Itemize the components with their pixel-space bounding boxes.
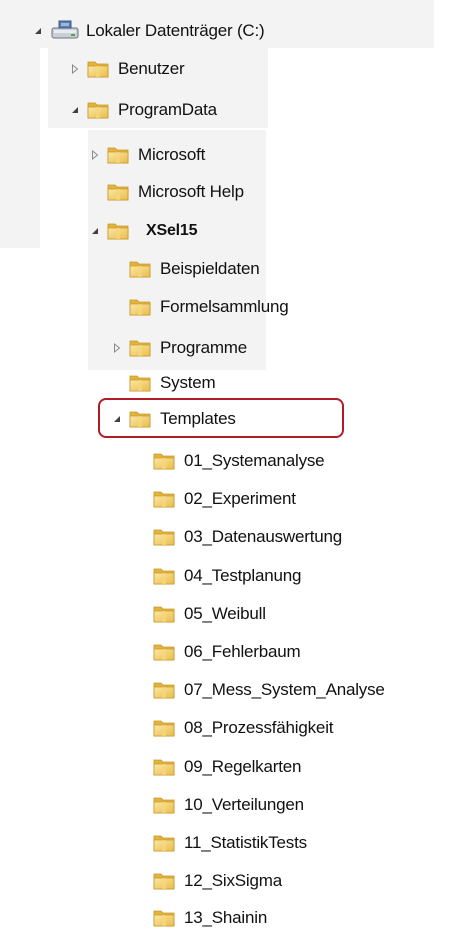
folder-icon (153, 489, 175, 509)
tree-item-label: ProgramData (118, 100, 217, 119)
folder-icon (129, 259, 151, 279)
folder-icon (129, 373, 151, 393)
tree-item-label: Benutzer (118, 59, 185, 78)
tree-item-template-folder[interactable]: 12_SixSigma (153, 866, 282, 896)
collapse-arrow-icon[interactable] (31, 24, 45, 38)
folder-icon (153, 833, 175, 853)
tree-item-templates[interactable]: Templates (110, 404, 236, 434)
tree-item-xsel15[interactable]: XSel15 (88, 216, 197, 246)
tree-item-beispieldaten[interactable]: Beispieldaten (129, 254, 260, 284)
folder-icon (153, 871, 175, 891)
folder-icon (153, 718, 175, 738)
tree-item-label: 02_Experiment (184, 489, 296, 508)
collapse-arrow-icon[interactable] (68, 103, 82, 117)
tree-item-label: 08_Prozessfähigkeit (184, 718, 334, 737)
folder-icon (153, 908, 175, 928)
tree-item-label: 09_Regelkarten (184, 757, 302, 776)
folder-icon (87, 100, 109, 120)
drive-icon (50, 20, 80, 42)
tree-item-template-folder[interactable]: 05_Weibull (153, 599, 266, 629)
collapse-arrow-icon[interactable] (88, 224, 102, 238)
folder-icon (129, 297, 151, 317)
tree-item-programdata[interactable]: ProgramData (68, 95, 217, 125)
tree-item-template-folder[interactable]: 11_StatistikTests (153, 828, 307, 858)
tree-item-label: System (160, 373, 216, 392)
folder-icon (153, 642, 175, 662)
tree-item-formelsammlung[interactable]: Formelsammlung (129, 292, 289, 322)
tree-item-microsoft-help[interactable]: Microsoft Help (107, 177, 244, 207)
tree-item-programme[interactable]: Programme (110, 333, 247, 363)
tree-item-label: 05_Weibull (184, 604, 266, 623)
tree-item-label: 04_Testplanung (184, 566, 302, 585)
folder-icon (129, 338, 151, 358)
tree-item-label: Lokaler Datenträger (C:) (86, 21, 265, 40)
tree-item-microsoft[interactable]: Microsoft (88, 140, 205, 170)
tree-item-template-folder[interactable]: 02_Experiment (153, 484, 296, 514)
folder-icon (153, 680, 175, 700)
tree-item-label: Beispieldaten (160, 259, 260, 278)
tree-item-label: Programme (160, 338, 248, 357)
tree-item-template-folder[interactable]: 08_Prozessfähigkeit (153, 713, 333, 743)
folder-icon (87, 59, 109, 79)
tree-item-label: 03_Datenauswertung (184, 527, 343, 546)
collapse-arrow-icon[interactable] (110, 412, 124, 426)
tree-item-label: XSel15 (146, 222, 198, 239)
tree-item-template-folder[interactable]: 06_Fehlerbaum (153, 637, 301, 667)
tree-item-template-folder[interactable]: 09_Regelkarten (153, 752, 301, 782)
tree-item-label: 07_Mess_System_Analyse (184, 680, 385, 699)
folder-icon (153, 757, 175, 777)
folder-icon (153, 527, 175, 547)
folder-icon (107, 145, 129, 165)
tree-item-label: Formelsammlung (160, 297, 289, 316)
folder-icon (153, 451, 175, 471)
tree-item-label: 12_SixSigma (184, 871, 282, 890)
tree-item-template-folder[interactable]: 03_Datenauswertung (153, 522, 342, 552)
tree-background-band-3 (0, 48, 40, 248)
tree-item-label: Templates (160, 409, 236, 428)
tree-item-label: 01_Systemanalyse (184, 451, 325, 470)
folder-icon (107, 182, 129, 202)
folder-icon (153, 566, 175, 586)
expand-arrow-icon[interactable] (110, 341, 124, 355)
folder-icon (129, 409, 151, 429)
expand-arrow-icon[interactable] (88, 148, 102, 162)
tree-item-template-folder[interactable]: 13_Shainin (153, 903, 267, 933)
folder-icon (107, 221, 129, 241)
tree-item-label: 11_StatistikTests (184, 833, 307, 852)
folder-icon (153, 795, 175, 815)
tree-item-benutzer[interactable]: Benutzer (68, 54, 185, 84)
tree-item-template-folder[interactable]: 10_Verteilungen (153, 790, 304, 820)
tree-item-drive-c[interactable]: Lokaler Datenträger (C:) (31, 16, 265, 46)
tree-item-label: 06_Fehlerbaum (184, 642, 301, 661)
tree-item-label: Microsoft (138, 145, 206, 164)
tree-item-system[interactable]: System (129, 368, 216, 398)
folder-icon (153, 604, 175, 624)
tree-item-label: 10_Verteilungen (184, 795, 304, 814)
tree-item-template-folder[interactable]: 07_Mess_System_Analyse (153, 675, 385, 705)
tree-item-template-folder[interactable]: 01_Systemanalyse (153, 446, 325, 476)
tree-item-label: 13_Shainin (184, 908, 268, 927)
tree-item-template-folder[interactable]: 04_Testplanung (153, 561, 301, 591)
tree-item-label: Microsoft Help (138, 182, 244, 201)
expand-arrow-icon[interactable] (68, 62, 82, 76)
